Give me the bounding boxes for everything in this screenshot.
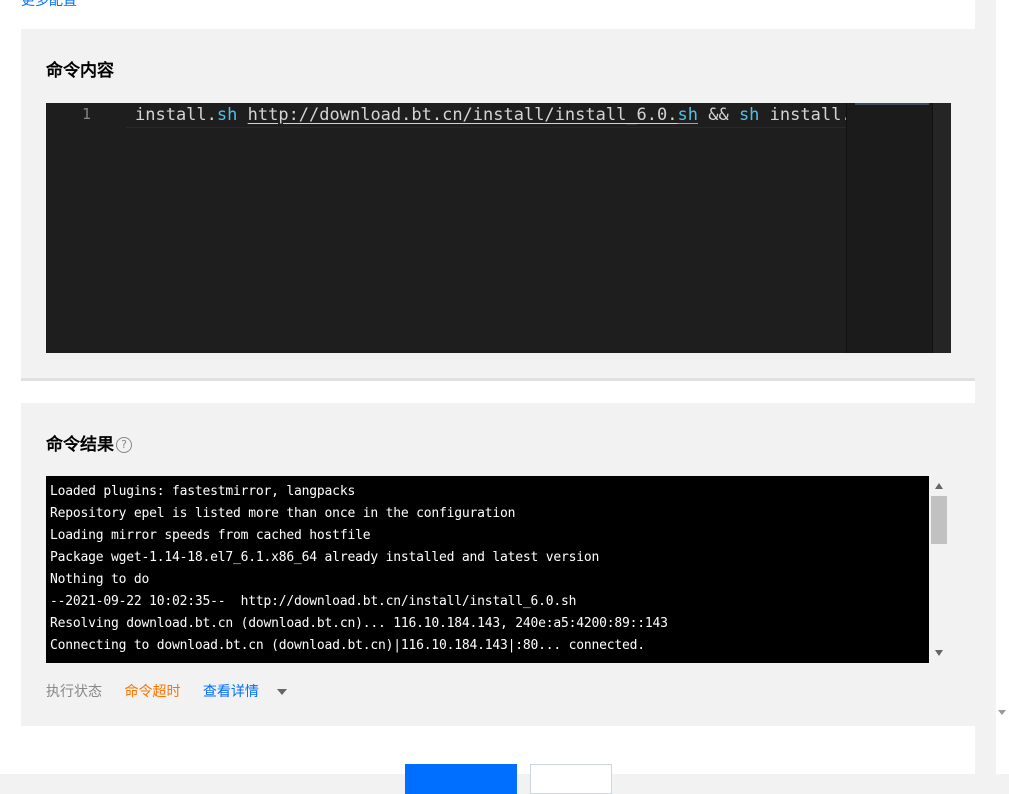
command-content-title: 命令内容: [46, 61, 114, 81]
minimap-line: [855, 103, 929, 105]
output-line: Repository epel is listed more than once…: [50, 506, 516, 521]
command-result-title-text: 命令结果: [46, 435, 114, 455]
code-token: http://download.bt.cn/install/install_6.…: [247, 105, 678, 125]
command-result-panel: 命令结果? Loaded plugins: fastestmirror, lan…: [21, 403, 975, 726]
command-output-terminal[interactable]: Loaded plugins: fastestmirror, langpacks…: [46, 476, 929, 663]
code-editor[interactable]: 1 install.sh http://download.bt.cn/insta…: [46, 103, 951, 353]
scroll-down-arrow-icon[interactable]: [998, 710, 1006, 715]
confirm-button[interactable]: [405, 764, 517, 794]
editor-scrollbar[interactable]: [932, 103, 951, 353]
output-line: Connecting to download.bt.cn (download.b…: [50, 638, 645, 653]
output-line: --2021-09-22 10:02:35-- http://download.…: [50, 594, 577, 609]
scrollbar-thumb[interactable]: [931, 496, 947, 544]
status-label: 执行状态: [46, 684, 102, 700]
code-token: sh: [216, 105, 238, 125]
command-content-panel: 命令内容 1 install.sh http://download.bt.cn/…: [21, 29, 975, 378]
more-config-link[interactable]: 更多配置: [21, 0, 77, 10]
chevron-down-icon[interactable]: [277, 689, 288, 695]
output-line: Resolving download.bt.cn (download.bt.cn…: [50, 616, 668, 631]
line-number: 1: [82, 105, 92, 123]
code-token: sh: [677, 105, 698, 125]
editor-minimap[interactable]: [846, 103, 933, 353]
terminal-scrollbar[interactable]: [929, 476, 949, 663]
output-line: Nothing to do: [50, 572, 150, 587]
command-result-title: 命令结果?: [46, 430, 132, 455]
code-token: &&: [697, 105, 739, 125]
status-row: 执行状态 命令超时 查看详情: [46, 681, 288, 701]
editor-gutter: 1: [46, 103, 126, 353]
code-token: sh: [738, 105, 760, 125]
cancel-button[interactable]: [530, 764, 612, 794]
output-line: Loading mirror speeds from cached hostfi…: [50, 528, 371, 543]
scroll-up-arrow-icon[interactable]: [935, 483, 943, 489]
output-line: Loaded plugins: fastestmirror, langpacks: [50, 484, 356, 499]
code-token: install.: [759, 105, 852, 125]
scroll-down-arrow-icon[interactable]: [935, 650, 943, 656]
panel-divider: [21, 378, 975, 381]
output-line: Package wget-1.14-18.el7_6.1.x86_64 alre…: [50, 550, 600, 565]
code-token: install.: [135, 105, 217, 125]
status-value: 命令超时: [124, 684, 181, 700]
code-line[interactable]: install.sh http://download.bt.cn/install…: [135, 105, 872, 125]
page-scrollbar[interactable]: [996, 0, 1009, 774]
help-icon[interactable]: ?: [116, 437, 132, 453]
view-details-link[interactable]: 查看详情: [203, 684, 259, 700]
